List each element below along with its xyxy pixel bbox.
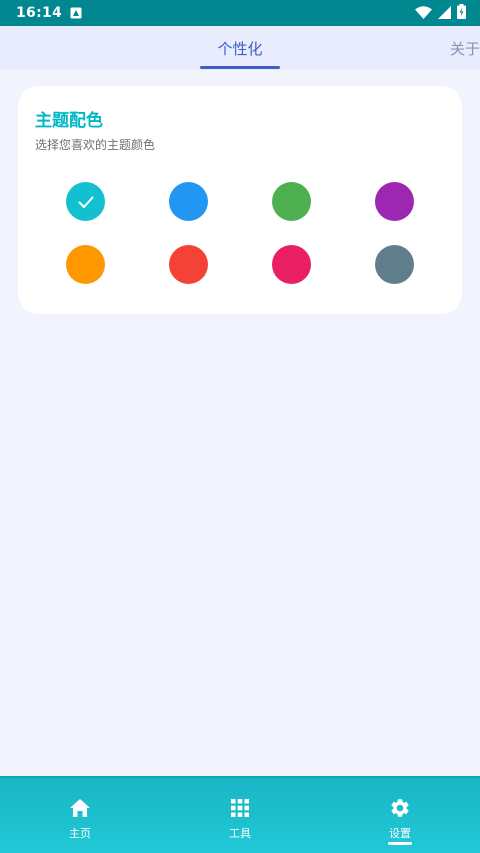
- status-bar: 16:14: [0, 0, 480, 26]
- active-nav-indicator: [388, 842, 412, 845]
- nav-label: 工具: [229, 827, 251, 840]
- home-icon: [70, 797, 90, 819]
- tab-label: 关于: [450, 39, 480, 58]
- color-swatch-blue[interactable]: [169, 182, 208, 221]
- color-swatch-pink[interactable]: [272, 245, 311, 284]
- color-swatch-purple[interactable]: [375, 182, 414, 221]
- color-swatch-orange[interactable]: [66, 245, 105, 284]
- signal-icon: [438, 4, 451, 23]
- wifi-icon: [415, 4, 432, 23]
- nav-label: 设置: [389, 827, 411, 840]
- nav-label: 主页: [69, 827, 91, 840]
- tab-about[interactable]: 关于: [450, 26, 480, 70]
- nav-item-settings[interactable]: 设置: [350, 778, 450, 853]
- color-swatch-red[interactable]: [169, 245, 208, 284]
- theme-color-card: 主题配色 选择您喜欢的主题颜色: [18, 86, 462, 314]
- nav-item-home[interactable]: 主页: [30, 778, 130, 853]
- settings-icon: [389, 797, 411, 819]
- color-swatch-gray[interactable]: [375, 245, 414, 284]
- notification-icon: [70, 4, 82, 23]
- battery-icon: [457, 3, 466, 23]
- check-icon: [78, 196, 93, 208]
- nav-item-tools[interactable]: 工具: [190, 778, 290, 853]
- top-tab-bar: 个性化 关于: [0, 26, 480, 70]
- card-title: 主题配色: [35, 111, 103, 131]
- color-swatch-green[interactable]: [272, 182, 311, 221]
- tab-personalization[interactable]: 个性化: [200, 26, 280, 70]
- card-subtitle: 选择您喜欢的主题颜色: [35, 138, 156, 152]
- grid-icon: [231, 797, 249, 819]
- bottom-navigation: 主页 工具 设置: [0, 776, 480, 853]
- status-time: 16:14: [16, 5, 63, 21]
- tab-indicator: [200, 66, 280, 69]
- tab-label: 个性化: [217, 39, 263, 58]
- color-swatch-cyan[interactable]: [66, 182, 105, 221]
